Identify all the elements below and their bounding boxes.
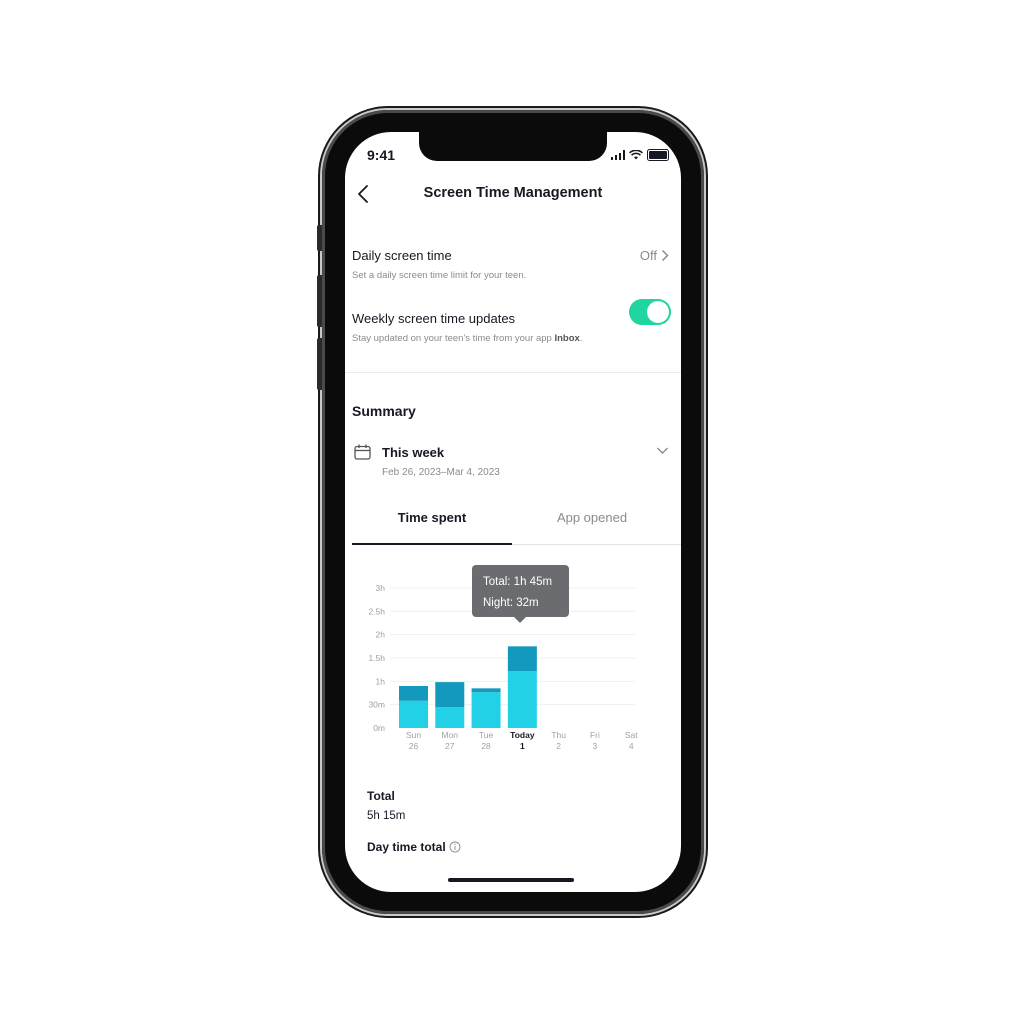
daytime-total-label: Day time total — [367, 840, 446, 854]
summary-tabs: Time spent App opened — [352, 508, 681, 545]
notch — [419, 132, 607, 161]
y-tick-label: 1h — [376, 676, 386, 686]
tab-app-opened[interactable]: App opened — [512, 508, 672, 544]
period-range: Feb 26, 2023–Mar 4, 2023 — [382, 467, 500, 478]
daily-screen-time-value[interactable]: Off — [640, 248, 669, 263]
inbox-link: Inbox — [554, 333, 580, 344]
x-tick-day: Thu — [551, 730, 566, 740]
bar-day — [507, 671, 537, 728]
bar-night — [399, 686, 428, 701]
time-spent-chart: 0m 30m 1h 1.5h 2h 2.5h 3h Sun 26 Mon 27 Tue 28 Today 1… — [345, 552, 681, 762]
chevron-down-icon — [657, 447, 668, 454]
home-indicator[interactable] — [448, 878, 574, 882]
volume-down-button — [317, 338, 322, 390]
bar-night — [507, 646, 537, 672]
x-tick-day: Tue — [479, 730, 494, 740]
weekly-updates-subtitle: Stay updated on your teen's time from yo… — [352, 333, 669, 344]
bar-night — [435, 682, 465, 707]
page-title: Screen Time Management — [423, 185, 603, 201]
battery-icon — [647, 149, 669, 161]
mute-switch — [317, 225, 322, 251]
x-tick-date: 28 — [481, 741, 491, 751]
daytime-total: Day time total — [367, 840, 461, 854]
tooltip-night: Night: 32m — [483, 597, 539, 609]
bar-day — [471, 692, 501, 728]
tooltip-total: Total: 1h 45m — [483, 576, 553, 588]
y-tick-label: 1.5h — [368, 653, 385, 663]
y-tick-label: 0m — [373, 723, 385, 733]
x-tick-date: 27 — [445, 741, 455, 751]
x-tick-day: Sun — [406, 730, 421, 740]
x-tick-date: 26 — [409, 741, 419, 751]
x-tick-day: Sat — [625, 730, 638, 740]
daily-screen-time-subtitle: Set a daily screen time limit for your t… — [352, 270, 527, 281]
y-tick-label: 2.5h — [368, 606, 385, 616]
screen: 9:41 Screen Time Management Daily screen… — [345, 132, 681, 892]
wifi-icon — [629, 150, 643, 160]
bar-day — [435, 707, 465, 728]
x-tick-date: 2 — [556, 741, 561, 751]
calendar-icon — [354, 444, 371, 460]
summary-heading: Summary — [352, 403, 416, 419]
daily-screen-time-status: Off — [639, 248, 657, 263]
y-tick-label: 30m — [368, 700, 385, 710]
bar-night — [471, 688, 501, 693]
weekly-updates-toggle[interactable] — [629, 299, 671, 325]
daily-screen-time-title: Daily screen time — [352, 248, 452, 263]
volume-up-button — [317, 275, 322, 327]
week-selector[interactable]: This week Feb 26, 2023–Mar 4, 2023 — [352, 444, 669, 484]
x-tick-date: 3 — [593, 741, 598, 751]
tab-time-spent[interactable]: Time spent — [352, 508, 512, 545]
y-tick-label: 3h — [376, 583, 386, 593]
status-icons — [610, 149, 669, 161]
x-tick-day: Today — [510, 730, 535, 740]
weekly-updates-row: Weekly screen time updates Stay updated … — [352, 299, 671, 344]
weekly-updates-subtitle-end: . — [579, 333, 583, 344]
total-label: Total — [367, 789, 395, 803]
chevron-right-icon — [661, 249, 669, 262]
daily-screen-time-row[interactable]: Daily screen time Set a daily screen tim… — [352, 248, 669, 281]
info-icon[interactable] — [449, 841, 461, 853]
status-time: 9:41 — [367, 147, 396, 163]
signal-icon — [610, 150, 625, 160]
weekly-updates-subtitle-text: Stay updated on your teen's time from yo… — [352, 333, 555, 344]
bar-day — [399, 700, 428, 728]
period-label: This week — [382, 445, 445, 460]
x-tick-day: Fri — [590, 730, 600, 740]
phone-frame: 9:41 Screen Time Management Daily screen… — [317, 110, 704, 914]
x-tick-day: Mon — [442, 730, 459, 740]
x-tick-date: 1 — [520, 741, 525, 751]
total-value: 5h 15m — [367, 810, 406, 822]
nav-bar: Screen Time Management — [345, 180, 681, 210]
chart-tooltip: Total: 1h 45m Night: 32m — [472, 565, 569, 623]
section-divider — [345, 372, 681, 373]
y-tick-label: 2h — [376, 630, 386, 640]
weekly-updates-title: Weekly screen time updates — [352, 311, 516, 326]
toggle-knob — [647, 301, 669, 323]
x-tick-date: 4 — [629, 741, 634, 751]
